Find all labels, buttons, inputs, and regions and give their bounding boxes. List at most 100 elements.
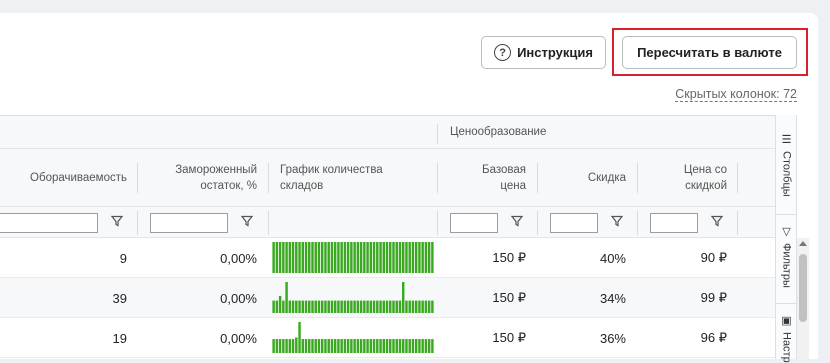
sparkline-bar: [385, 242, 389, 273]
filter-input-discount[interactable]: [550, 213, 598, 233]
sparkline-bar: [418, 300, 421, 313]
sparkline-bar: [353, 242, 356, 273]
header-discount-price[interactable]: Цена со скидкой: [660, 149, 727, 207]
sparkline-bar: [330, 339, 334, 353]
sparkline-bar: [427, 242, 431, 273]
table-row[interactable]: 19 0,00% 150 ₽ 36% 96 ₽: [0, 318, 775, 358]
settings-tab-label: Настр: [780, 332, 793, 363]
sparkline-bar: [272, 300, 275, 313]
sparkline-bar: [372, 242, 376, 273]
settings-tab[interactable]: ▣ Настр: [776, 306, 797, 363]
sparkline-bar: [395, 242, 398, 273]
sparkline-bar: [421, 339, 424, 353]
sparkline-bar: [288, 242, 292, 273]
sparkline-bar: [405, 339, 408, 353]
column-divider: [637, 211, 638, 235]
header-base-price[interactable]: Базовая цена: [470, 149, 526, 207]
sparkline-bar: [395, 339, 398, 353]
table-row[interactable]: 9 0,00% 150 ₽ 40% 90 ₽: [0, 238, 775, 278]
tab-divider: [776, 214, 797, 215]
sparkline-bar: [392, 242, 395, 273]
column-divider: [737, 163, 738, 193]
cell-base-price: 150 ₽: [492, 290, 526, 305]
sparkline-bar: [356, 300, 360, 313]
filter-icon[interactable]: [711, 215, 723, 227]
sparkline-bar: [385, 300, 389, 313]
sparkline-bar: [414, 242, 418, 273]
sparkline-bar: [317, 339, 321, 353]
header-frozen-stock[interactable]: Замороженный остаток, %: [148, 149, 257, 207]
column-divider: [637, 163, 638, 193]
warehouse-count-sparkline: [272, 282, 434, 313]
sparkline-bar: [330, 300, 334, 313]
sparkline-bar: [421, 242, 424, 273]
sparkline-bar: [408, 242, 411, 273]
sparkline-bar: [324, 300, 327, 313]
column-divider: [437, 163, 438, 193]
sparkline-bar: [418, 242, 421, 273]
filter-icon[interactable]: [111, 215, 123, 227]
sparkline-bar: [333, 339, 337, 353]
sparkline-bar: [337, 300, 340, 313]
column-divider: [137, 211, 138, 235]
sparkline-bar: [337, 339, 340, 353]
header-turnover[interactable]: Оборачиваемость: [0, 149, 127, 207]
sparkline-bar: [340, 300, 343, 313]
sparkline-bar: [376, 339, 379, 353]
scroll-up-arrow-icon[interactable]: [799, 241, 807, 246]
sparkline-bar: [282, 300, 285, 313]
sparkline-bar: [311, 242, 314, 273]
sparkline-bar: [356, 339, 360, 353]
table-row[interactable]: 39 0,00% 150 ₽ 34% 99 ₽: [0, 278, 775, 318]
sparkline-bar: [285, 242, 288, 273]
header-warehouse-chart[interactable]: График количества складов: [280, 149, 410, 207]
cell-turnover: 19: [112, 330, 127, 346]
vertical-scrollbar[interactable]: [797, 238, 809, 359]
sparkline-bar: [317, 242, 321, 273]
sparkline-bar: [340, 242, 343, 273]
sparkline-bar: [411, 300, 415, 313]
filter-input-frozen[interactable]: [150, 213, 228, 233]
sparkline-bar: [327, 242, 330, 273]
filters-tab[interactable]: ▽ Фильтры: [776, 217, 797, 303]
sparkline-bar: [369, 300, 373, 313]
cell-turnover: 9: [119, 250, 127, 266]
column-divider: [537, 211, 538, 235]
scroll-thumb[interactable]: [799, 254, 807, 322]
data-table: Ценообразование Оборачиваемость Замороже…: [0, 115, 775, 359]
cell-frozen: 0,00%: [220, 290, 257, 306]
sparkline-bar: [379, 300, 382, 313]
group-label-pricing: Ценообразование: [450, 126, 547, 138]
sparkline-bar: [369, 339, 373, 353]
sparkline-bar: [346, 339, 350, 353]
sparkline-bar: [278, 295, 282, 313]
sparkline-bar: [317, 300, 321, 313]
sparkline-bar: [278, 242, 282, 273]
sparkline-bar: [363, 242, 366, 273]
sparkline-bar: [343, 242, 347, 273]
filter-icon[interactable]: [611, 215, 623, 227]
hidden-columns-link[interactable]: Скрытых колонок: 72: [675, 87, 797, 102]
sparkline-bar: [372, 339, 376, 353]
tab-divider: [776, 303, 797, 304]
sparkline-bar: [324, 242, 327, 273]
sparkline-bar: [421, 300, 424, 313]
sparkline-bar: [424, 339, 428, 353]
filter-icon[interactable]: [511, 215, 523, 227]
sparkline-bar: [402, 339, 405, 353]
instruction-button[interactable]: ? Инструкция: [481, 36, 606, 69]
filter-input-base-price[interactable]: [450, 213, 498, 233]
columns-tab[interactable]: ☰ Столбцы: [776, 125, 797, 211]
sparkline-bar: [359, 300, 363, 313]
sparkline-bar: [333, 300, 337, 313]
sparkline-bar: [398, 242, 402, 273]
sparkline-bar: [359, 242, 363, 273]
sparkline-bar: [359, 339, 363, 353]
filter-icon[interactable]: [241, 215, 253, 227]
columns-icon: ☰: [780, 133, 792, 146]
filter-input-discount-price[interactable]: [650, 213, 698, 233]
filter-input-turnover[interactable]: [0, 213, 98, 233]
sparkline-bar: [272, 339, 275, 353]
sparkline-bar: [321, 339, 324, 353]
header-discount[interactable]: Скидка: [548, 149, 626, 207]
